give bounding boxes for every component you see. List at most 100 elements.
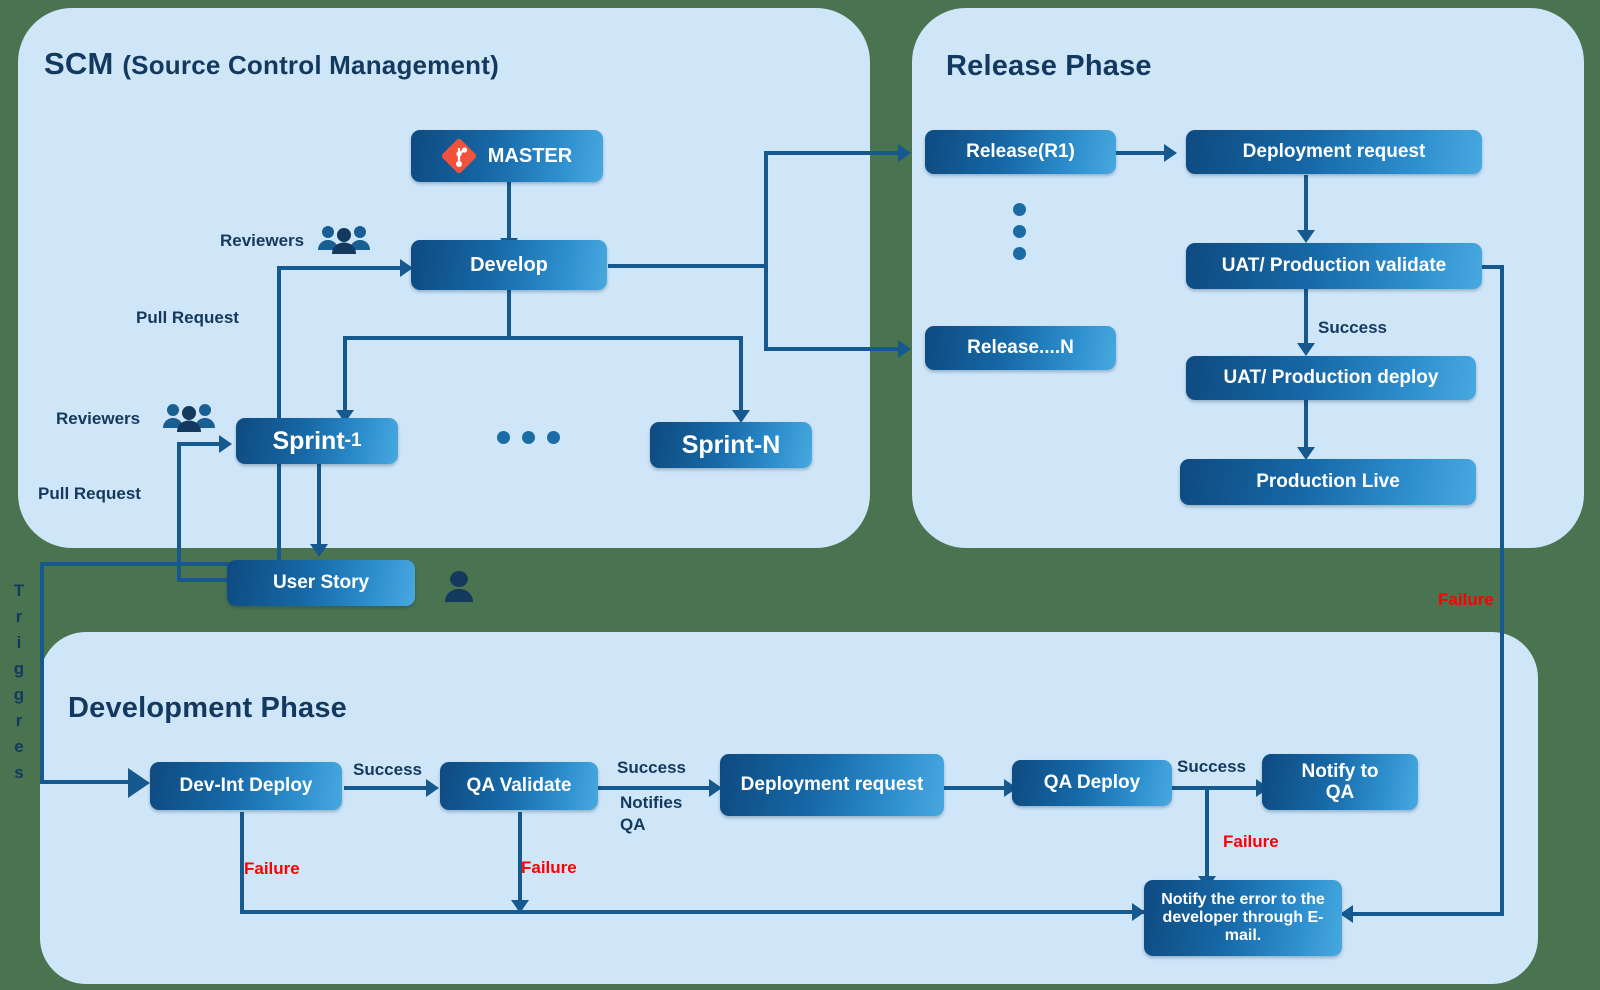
- label-dev-failure-1: Failure: [244, 859, 300, 878]
- development-panel-title: Development Phase: [68, 692, 347, 724]
- box-sprint-n[interactable]: Sprint-N: [650, 422, 812, 468]
- user-person-icon: [442, 570, 476, 607]
- ellipsis-dot: [547, 431, 560, 444]
- box-develop[interactable]: Develop: [411, 240, 607, 290]
- box-uat-production-validate[interactable]: UAT/ Production validate: [1186, 243, 1482, 289]
- arrowhead-uatvalidate: [1297, 230, 1315, 243]
- release-ellipsis-dot: [1013, 225, 1026, 238]
- connector-qavalidate-deployreq: [597, 786, 713, 790]
- box-release-n-label: Release....N: [967, 337, 1074, 359]
- connector-to-release-n: [764, 347, 904, 351]
- arrowhead-release-n: [898, 340, 911, 358]
- label-triggres: T r i g g r e s: [8, 578, 30, 786]
- connector-failure-to-notify: [1352, 912, 1502, 916]
- reviewers-group-icon: [315, 224, 373, 259]
- box-qa-validate[interactable]: QA Validate: [440, 762, 598, 810]
- connector-bus-sprint1: [343, 336, 347, 414]
- release-panel-title: Release Phase: [946, 50, 1152, 82]
- connector-develop-right: [608, 264, 768, 268]
- label-release-failure: Failure: [1438, 590, 1494, 609]
- box-develop-label: Develop: [470, 253, 548, 276]
- box-notify-error-email[interactable]: Notify the error to the developer throug…: [1144, 880, 1342, 956]
- box-user-story[interactable]: User Story: [227, 560, 415, 606]
- release-ellipsis-dot: [1013, 247, 1026, 260]
- box-master[interactable]: MASTER: [411, 130, 603, 182]
- box-production-live[interactable]: Production Live: [1180, 459, 1476, 505]
- connector-sprint-bus: [343, 336, 743, 340]
- label-pull-request-bottom: Pull Request: [38, 484, 141, 503]
- arrowhead-uatdeploy: [1297, 343, 1315, 356]
- triggres-letter: r: [15, 711, 23, 730]
- connector-devint-qavalidate: [344, 786, 430, 790]
- box-production-live-label: Production Live: [1256, 471, 1400, 493]
- connector-trigger-bottom: [40, 780, 140, 784]
- box-dev-deployment-request[interactable]: Deployment request: [720, 754, 944, 816]
- connector-develop-down: [507, 289, 511, 339]
- label-dev-success-3: Success: [1177, 757, 1246, 776]
- ellipsis-dot: [497, 431, 510, 444]
- box-master-label: MASTER: [487, 144, 573, 167]
- arrowhead-qavalidate-failure: [511, 900, 529, 913]
- release-ellipsis-dot: [1013, 203, 1026, 216]
- box-release-n[interactable]: Release....N: [925, 326, 1116, 370]
- triggres-letter: g: [13, 659, 25, 678]
- box-dev-int-deploy[interactable]: Dev-Int Deploy: [150, 762, 342, 810]
- label-dev-success-2: Success: [617, 758, 686, 777]
- box-notify-to-qa-label: Notify to QA: [1301, 760, 1379, 803]
- git-icon: [441, 138, 476, 174]
- box-sprint-n-label: Sprint-N: [681, 431, 781, 459]
- connector-qadeploy-notifyqa: [1172, 786, 1260, 790]
- box-qa-deploy-label: QA Deploy: [1043, 772, 1141, 794]
- scm-title-paren: (Source Control Management): [122, 50, 499, 80]
- box-uat-production-deploy-label: UAT/ Production deploy: [1223, 367, 1439, 389]
- connector-pr-top-horizontal: [277, 266, 407, 270]
- box-qa-validate-label: QA Validate: [466, 775, 572, 797]
- connector-failure-vertical: [1500, 265, 1504, 916]
- box-release-r1-label: Release: [966, 141, 1038, 163]
- box-uat-production-validate-label: UAT/ Production validate: [1221, 255, 1447, 277]
- connector-qadeploy-failure-v: [1205, 786, 1209, 880]
- connector-master-develop: [507, 182, 511, 242]
- label-reviewers-top: Reviewers: [220, 231, 305, 250]
- connector-trigger-vertical: [40, 562, 44, 784]
- ellipsis-dot: [522, 431, 535, 444]
- connector-sprint1-userstory: [317, 462, 321, 547]
- triggres-letter: e: [14, 737, 24, 756]
- connector-pr-top-vertical: [277, 266, 281, 370]
- arrowhead-qavalidate: [426, 779, 439, 797]
- triggres-letter: g: [13, 685, 25, 704]
- arrowhead-dev-int-deploy: [128, 768, 150, 798]
- box-release-deployment-request[interactable]: Deployment request: [1186, 130, 1482, 174]
- label-dev-failure-3: Failure: [1223, 832, 1279, 851]
- reviewers-group-icon: [160, 402, 218, 437]
- box-qa-deploy[interactable]: QA Deploy: [1012, 760, 1172, 806]
- arrowhead-deployreq: [1164, 144, 1177, 162]
- scm-title-main: SCM: [44, 46, 123, 81]
- connector-uatvalidate-uatdeploy: [1304, 288, 1308, 346]
- box-dev-int-deploy-label: Dev-Int Deploy: [179, 775, 313, 797]
- scm-panel-title: SCM (Source Control Management): [44, 46, 499, 82]
- box-notify-to-qa[interactable]: Notify to QA: [1262, 754, 1418, 810]
- label-reviewers-bottom: Reviewers: [56, 409, 141, 428]
- label-dev-failure-2: Failure: [521, 858, 577, 877]
- box-release-deployment-request-label: Deployment request: [1242, 141, 1426, 163]
- box-release-r1[interactable]: Release (R1): [925, 130, 1116, 174]
- box-notify-error-email-label: Notify the error to the developer throug…: [1161, 891, 1325, 944]
- box-release-r1-suffix: (R1): [1037, 141, 1075, 163]
- arrowhead-pr-bottom: [219, 435, 232, 453]
- connector-pr-bottom-vertical: [177, 442, 181, 582]
- connector-uatdeploy-prodlive: [1304, 400, 1308, 450]
- box-sprint-1-label: Sprint: [272, 427, 345, 455]
- box-uat-production-deploy[interactable]: UAT/ Production deploy: [1186, 356, 1476, 400]
- connector-pr-top-down: [277, 366, 281, 576]
- label-notifies-qa: Notifies QA: [620, 793, 683, 834]
- box-sprint-1[interactable]: Sprint -1: [236, 418, 398, 464]
- diagram-canvas: SCM (Source Control Management) Release …: [0, 0, 1600, 990]
- label-release-success: Success: [1318, 318, 1387, 337]
- box-user-story-label: User Story: [272, 572, 370, 594]
- arrowhead-userstory: [310, 544, 328, 557]
- connector-deployreq-uatvalidate: [1304, 175, 1308, 233]
- box-sprint-1-suffix: -1: [344, 430, 362, 452]
- arrowhead-release-r1: [898, 144, 911, 162]
- connector-deployreq-qadeploy: [944, 786, 1008, 790]
